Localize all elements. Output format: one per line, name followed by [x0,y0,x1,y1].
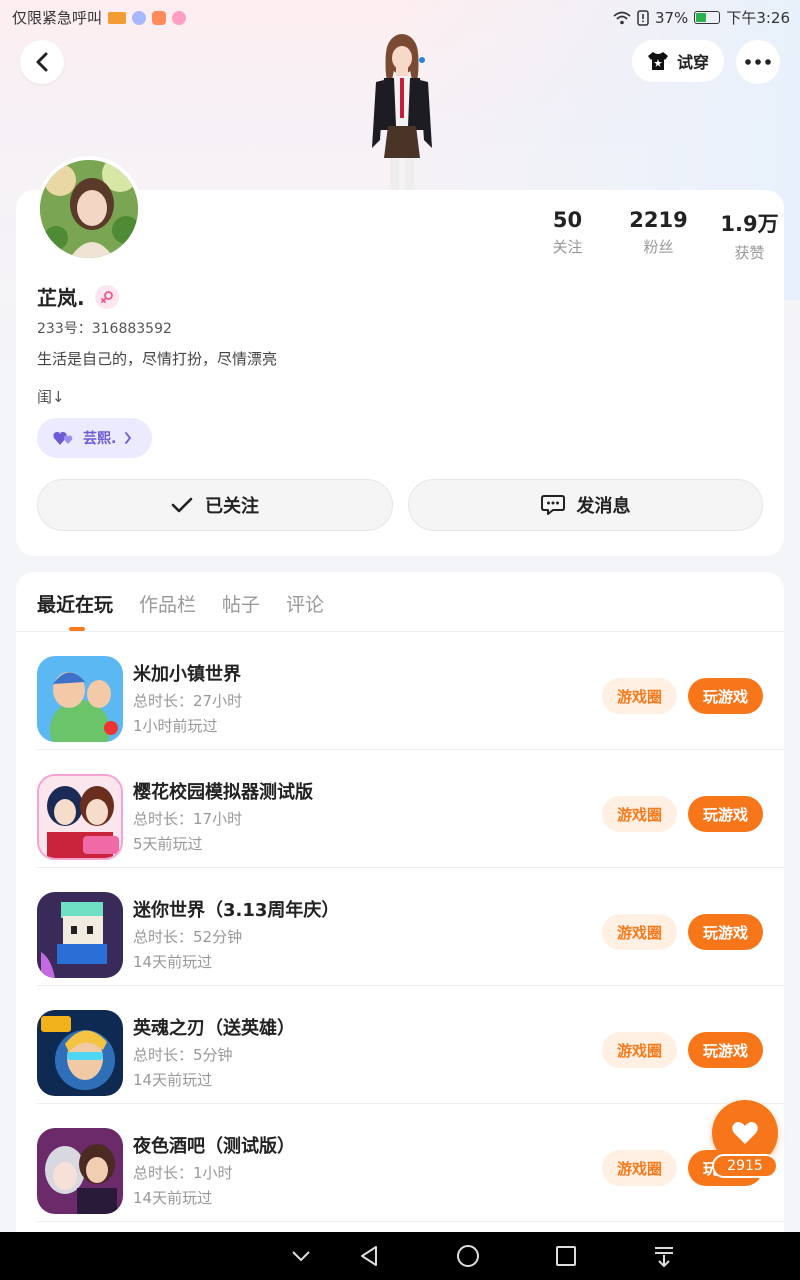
game-duration: 总时长：1小时 [133,1164,233,1182]
play-game-button[interactable]: 玩游戏 [688,914,763,950]
avatar[interactable] [36,156,142,262]
content-card: 最近在玩 作品栏 帖子 评论 米加小镇世界 总时长：27小时 1小时前玩过 游戏… [16,572,784,1242]
alert-icon [637,9,649,26]
game-circle-button[interactable]: 游戏圈 [602,678,677,714]
female-gender-icon [94,284,119,309]
chevron-right-icon [125,432,132,444]
try-on-label: 试穿 [676,53,709,72]
profile-stats: 50 关注 2219 粉丝 1.9万 获赞 [522,208,795,263]
content-tabs: 最近在玩 作品栏 帖子 评论 [37,590,324,631]
stat-followers[interactable]: 2219 粉丝 [613,208,704,263]
game-title: 英魂之刃（送英雄） [133,1018,295,1039]
game-icon-night-bar [37,1128,123,1214]
tab-works[interactable]: 作品栏 [139,590,196,617]
clock: 下午3:26 [726,9,790,27]
like-count: 2915 [712,1154,778,1178]
status-bar: 仅限紧急呼叫 37% 下午3:26 [0,0,800,34]
stat-number: 1.9万 [720,212,779,236]
game-icon-sakura [37,774,123,860]
stat-label: 关注 [552,238,583,256]
game-circle-button[interactable]: 游戏圈 [602,796,677,832]
username: 芷岚. [37,282,119,311]
play-game-button[interactable]: 玩游戏 [688,796,763,832]
back-triangle-icon[interactable] [358,1244,382,1268]
notification-pull-icon[interactable] [652,1244,676,1268]
battery-icon [694,11,721,24]
list-item[interactable]: 夜色酒吧（测试版） 总时长：1小时 14天前玩过 游戏圈 玩游戏 [16,1104,784,1222]
profile-card: 50 关注 2219 粉丝 1.9万 获赞 芷岚. 233号：316883592… [16,190,784,556]
send-message-button[interactable]: 发消息 [408,479,763,531]
more-dots-icon [745,59,771,65]
game-title: 迷你世界（3.13周年庆） [133,900,340,921]
game-last-played: 14天前玩过 [133,1189,213,1207]
tab-recently-played[interactable]: 最近在玩 [37,590,113,631]
send-message-label: 发消息 [576,496,631,517]
recents-square-icon[interactable] [554,1244,578,1268]
app-notification-icon [108,11,127,24]
game-circle-button[interactable]: 游戏圈 [602,1032,677,1068]
user-id: 233号：316883592 [37,321,172,337]
game-icon-miga [37,656,123,742]
list-item[interactable]: 迷你世界（3.13周年庆） 总时长：52分钟 14天前玩过 游戏圈 玩游戏 [16,868,784,986]
game-last-played: 14天前玩过 [133,953,213,971]
shirt-icon [647,52,668,70]
tab-comments[interactable]: 评论 [286,590,324,617]
stat-number: 50 [552,208,583,232]
stat-number: 2219 [629,208,688,232]
home-circle-icon[interactable] [456,1244,480,1268]
game-icon-yinghun [37,1010,123,1096]
carrier-text: 仅限紧急呼叫 [12,9,103,27]
stat-likes[interactable]: 1.9万 获赞 [704,208,795,263]
game-duration: 总时长：52分钟 [133,928,243,946]
relationship-name: 芸熙. [83,431,117,447]
more-button[interactable] [736,40,780,84]
heart-icon [732,1122,758,1144]
game-circle-button[interactable]: 游戏圈 [602,1150,677,1186]
chevron-left-icon [36,52,48,72]
battery-percent: 37% [654,8,689,27]
user-extra-text: 闺↓ [37,388,65,406]
play-game-button[interactable]: 玩游戏 [688,1032,763,1068]
list-item[interactable]: 英魂之刃（送英雄） 总时长：5分钟 14天前玩过 游戏圈 玩游戏 [16,986,784,1104]
chat-bubble-icon [540,495,565,515]
game-title: 夜色酒吧（测试版） [133,1136,295,1157]
try-on-button[interactable]: 试穿 [632,40,724,82]
game-title: 米加小镇世界 [133,664,241,685]
followed-button[interactable]: 已关注 [37,479,393,531]
play-game-button[interactable]: 玩游戏 [688,678,763,714]
wifi-icon [613,11,631,24]
stat-label: 粉丝 [643,238,674,256]
check-icon [171,497,193,513]
list-item[interactable]: 米加小镇世界 总时长：27小时 1小时前玩过 游戏圈 玩游戏 [16,632,784,750]
back-button[interactable] [20,40,64,84]
username-text: 芷岚. [37,286,85,310]
game-circle-button[interactable]: 游戏圈 [602,914,677,950]
avatar-figure [372,34,432,190]
app-badge-icon [172,10,187,25]
game-icon-mini-world [37,892,123,978]
double-heart-icon [53,431,73,445]
tab-posts[interactable]: 帖子 [222,590,260,617]
relationship-tag[interactable]: 芸熙. [37,418,153,458]
list-item[interactable]: 樱花校园模拟器测试版 总时长：17小时 5天前玩过 游戏圈 玩游戏 [16,750,784,868]
game-last-played: 14天前玩过 [133,1071,213,1089]
followed-label: 已关注 [205,496,259,517]
game-duration: 总时长：17小时 [133,810,243,828]
chevron-down-icon[interactable] [289,1244,313,1268]
stat-following[interactable]: 50 关注 [522,208,613,263]
game-duration: 总时长：27小时 [133,692,243,710]
game-last-played: 5天前玩过 [133,835,203,853]
user-bio: 生活是自己的，尽情打扮，尽情漂亮 [37,350,278,368]
system-nav-bar [0,1232,800,1280]
game-title: 樱花校园模拟器测试版 [133,782,313,803]
stat-label: 获赞 [734,244,765,262]
game-last-played: 1小时前玩过 [133,717,218,735]
music-notification-icon [132,10,147,25]
video-notification-icon [152,10,167,25]
game-duration: 总时长：5分钟 [133,1046,233,1064]
